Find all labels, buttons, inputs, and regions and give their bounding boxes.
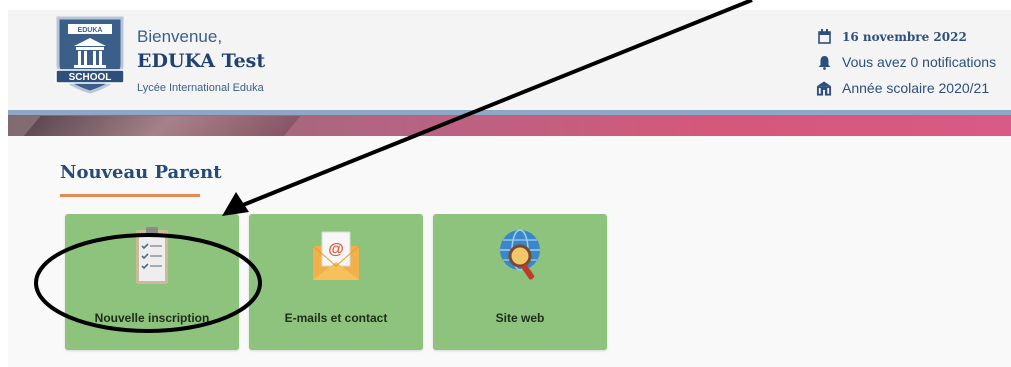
- date-text: 16 novembre 2022: [842, 29, 967, 44]
- user-name: EDUKA Test: [137, 50, 266, 72]
- clipboard-checklist-icon: [136, 227, 168, 284]
- school-building-icon: [816, 80, 832, 96]
- school-year: Année scolaire 2020/21: [816, 80, 989, 96]
- header-banner: [8, 110, 1011, 136]
- tile-label: Site web: [495, 311, 545, 325]
- bell-icon: [816, 55, 832, 70]
- current-date: 16 novembre 2022: [816, 29, 967, 44]
- school-year-text: Année scolaire 2020/21: [842, 80, 990, 96]
- tile-label: E-mails et contact: [284, 311, 388, 325]
- tile-emails-contact[interactable]: @ E-mails et contact: [249, 214, 423, 350]
- notifications-text: Vous avez 0 notifications: [842, 54, 997, 70]
- svg-text:@: @: [328, 241, 344, 258]
- tile-nouvelle-inscription[interactable]: Nouvelle inscription: [65, 214, 239, 350]
- calendar-icon: [816, 29, 832, 44]
- section-underline: [60, 194, 200, 197]
- tile-site-web[interactable]: Site web: [433, 214, 607, 350]
- notifications-link[interactable]: Vous avez 0 notifications: [816, 54, 996, 70]
- logo-top-text: EDUKA: [78, 27, 103, 34]
- tile-label: Nouvelle inscription: [94, 311, 210, 325]
- globe-magnifier-icon: [500, 229, 540, 280]
- logo-badge-text: SCHOOL: [69, 72, 112, 83]
- envelope-at-icon: @: [312, 231, 360, 280]
- section-title: Nouveau Parent: [60, 162, 222, 183]
- welcome-text: Bienvenue,: [137, 27, 223, 46]
- school-name: Lycée International Eduka: [137, 82, 264, 94]
- eduka-school-logo: EDUKA SCHOOL: [55, 16, 125, 94]
